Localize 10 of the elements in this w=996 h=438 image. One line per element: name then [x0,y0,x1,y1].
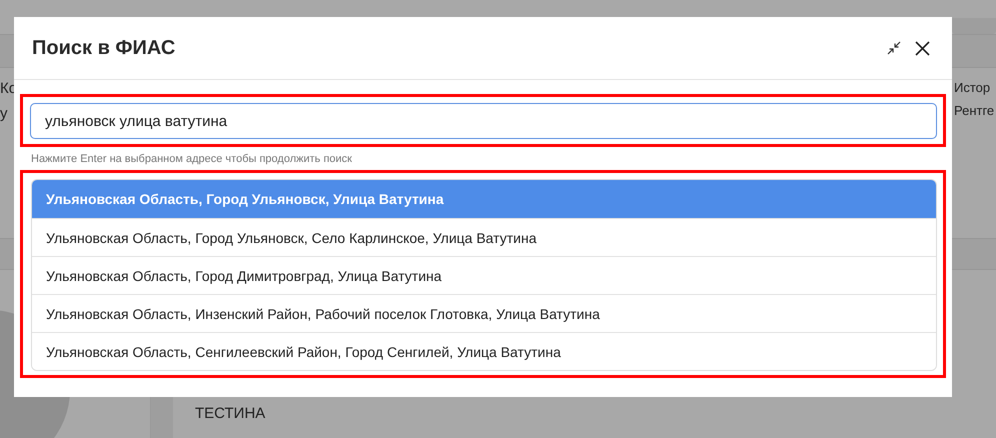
background-label: ТЕСТИНА [195,405,266,422]
close-icon[interactable] [915,40,930,56]
result-item[interactable]: Ульяновская Область, Сенгилеевский Район, Город Сенгилей, Улица Ватутина [32,332,936,370]
collapse-icon[interactable] [887,41,901,55]
dialog-title: Поиск в ФИАС [32,36,176,60]
background-label: у [0,105,8,122]
search-field[interactable]: ульяновск улица ватутина [30,103,937,139]
hint-text: Нажмите Enter на выбранном адресе чтобы продолжить поиск [30,152,353,167]
background-label: Истор [954,80,992,95]
background-label: Рентге [954,103,996,118]
